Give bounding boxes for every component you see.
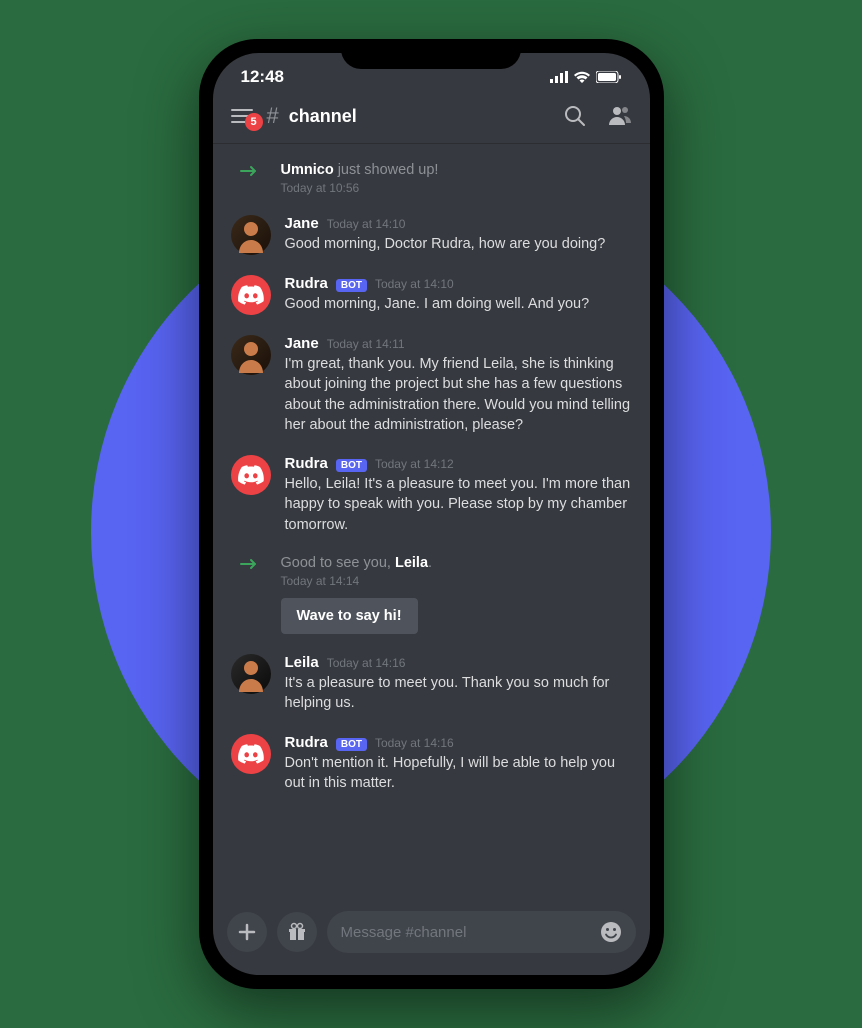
system-message: Good to see you, Leila.Today at 14:14Wav… (227, 545, 636, 644)
message-author[interactable]: Jane (285, 335, 319, 352)
message-text: Don't mention it. Hopefully, I will be a… (285, 753, 632, 794)
members-icon[interactable] (608, 105, 632, 125)
message-author[interactable]: Rudra (285, 275, 328, 292)
avatar[interactable] (231, 734, 271, 774)
system-highlight: Umnico (281, 162, 334, 178)
phone-frame: 12:48 5 # channel Umnico just showed up!… (199, 39, 664, 989)
wave-button[interactable]: Wave to say hi! (281, 598, 418, 634)
message-text: It's a pleasure to meet you. Thank you s… (285, 673, 632, 714)
system-text: Good to see you, (281, 555, 395, 571)
message-text: I'm great, thank you. My friend Leila, s… (285, 354, 632, 435)
emoji-icon[interactable] (600, 921, 622, 943)
arrow-icon (231, 162, 267, 178)
chat-message: Rudra BOT Today at 14:16 Don't mention it. … (227, 724, 636, 804)
chat-message: Rudra BOT Today at 14:12 Hello, Leila! It's… (227, 445, 636, 545)
message-timestamp: Today at 10:56 (281, 181, 632, 195)
message-author[interactable]: Rudra (285, 455, 328, 472)
status-icons (550, 71, 622, 83)
cellular-icon (550, 71, 568, 83)
avatar[interactable] (231, 335, 271, 375)
channel-title[interactable]: # channel (267, 103, 550, 129)
message-timestamp: Today at 14:10 (327, 217, 406, 231)
system-message: Umnico just showed up!Today at 10:56 (227, 152, 636, 205)
message-text: Good morning, Jane. I am doing well. And… (285, 294, 632, 314)
plus-icon (237, 922, 257, 942)
arrow-icon (231, 555, 267, 571)
avatar[interactable] (231, 275, 271, 315)
chat-message: Jane Today at 14:10 Good morning, Doctor R… (227, 205, 636, 265)
system-highlight: Leila (395, 555, 428, 571)
message-text: Hello, Leila! It's a pleasure to meet yo… (285, 474, 632, 535)
bot-tag: BOT (336, 459, 367, 472)
add-attachment-button[interactable] (227, 912, 267, 952)
bot-tag: BOT (336, 738, 367, 751)
avatar[interactable] (231, 654, 271, 694)
channel-header: 5 # channel (213, 91, 650, 144)
screen: 12:48 5 # channel Umnico just showed up!… (213, 53, 650, 975)
message-composer (213, 899, 650, 975)
battery-icon (596, 71, 622, 83)
status-time: 12:48 (241, 67, 284, 87)
message-timestamp: Today at 14:16 (327, 656, 406, 670)
hash-icon: # (267, 103, 279, 129)
avatar[interactable] (231, 215, 271, 255)
status-bar: 12:48 (213, 53, 650, 91)
message-timestamp: Today at 14:11 (327, 337, 405, 351)
bot-tag: BOT (336, 279, 367, 292)
message-timestamp: Today at 14:14 (281, 574, 632, 588)
message-author[interactable]: Rudra (285, 734, 328, 751)
search-icon[interactable] (564, 105, 586, 127)
gift-icon (287, 922, 307, 942)
chat-message: Rudra BOT Today at 14:10 Good morning, Jane… (227, 265, 636, 325)
gift-button[interactable] (277, 912, 317, 952)
avatar[interactable] (231, 455, 271, 495)
message-list[interactable]: Umnico just showed up!Today at 10:56Jane… (213, 144, 650, 899)
message-timestamp: Today at 14:16 (375, 736, 454, 750)
chat-message: Jane Today at 14:11 I'm great, thank you. … (227, 325, 636, 445)
message-timestamp: Today at 14:12 (375, 457, 454, 471)
chat-message: Leila Today at 14:16 It's a pleasure to me… (227, 644, 636, 724)
message-input-wrapper[interactable] (327, 911, 636, 953)
menu-button[interactable]: 5 (231, 108, 253, 124)
wifi-icon (574, 71, 590, 83)
message-timestamp: Today at 14:10 (375, 277, 454, 291)
message-input[interactable] (341, 924, 600, 941)
channel-name-text: channel (289, 106, 357, 127)
message-text: Good morning, Doctor Rudra, how are you … (285, 234, 632, 254)
message-author[interactable]: Leila (285, 654, 319, 671)
message-author[interactable]: Jane (285, 215, 319, 232)
notification-badge: 5 (245, 113, 263, 131)
